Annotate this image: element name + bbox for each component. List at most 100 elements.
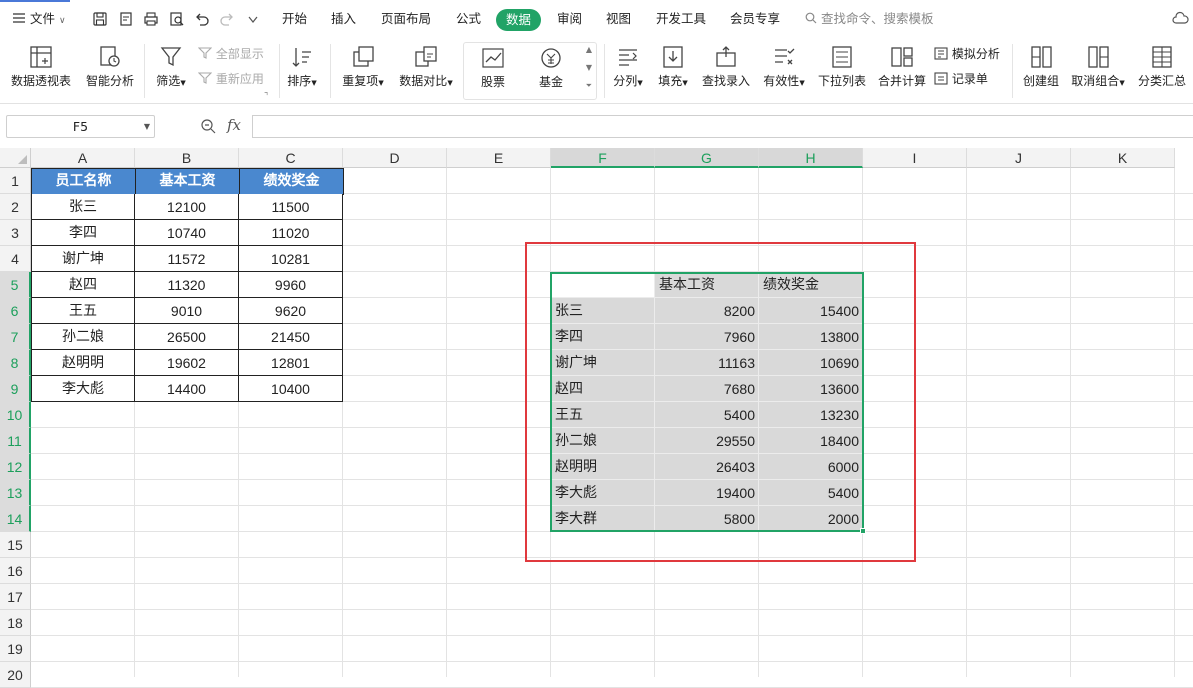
column-header-c[interactable]: C	[239, 148, 343, 168]
value-cell[interactable]: 11500	[239, 194, 343, 220]
column-header-g[interactable]: G	[655, 148, 759, 168]
value-cell[interactable]: 26500	[135, 324, 239, 350]
row-header-20[interactable]: 20	[0, 662, 31, 688]
formula-input[interactable]	[252, 115, 1193, 138]
dropdown-list-button[interactable]: 下拉列表	[814, 38, 870, 104]
value-cell[interactable]: 12801	[239, 350, 343, 376]
duplicates-button[interactable]: 重复项▼	[336, 38, 390, 104]
select-all-corner[interactable]	[0, 148, 31, 168]
gallery-scroll-down-icon[interactable]: ▼	[586, 63, 592, 72]
what-if-analysis-button[interactable]: 模拟分析	[934, 44, 1000, 64]
zoom-formula-icon[interactable]	[200, 118, 216, 137]
undo-icon[interactable]	[194, 11, 210, 27]
value-cell[interactable]: 21450	[239, 324, 343, 350]
show-all-button[interactable]: 全部显示	[197, 44, 264, 64]
smart-analysis-button[interactable]: 智能分析	[82, 38, 138, 104]
row-header-6[interactable]: 6	[0, 298, 31, 324]
row-header-1[interactable]: 1	[0, 168, 31, 194]
table-header-cell[interactable]: 基本工资	[135, 168, 240, 195]
row-header-4[interactable]: 4	[0, 246, 31, 272]
column-header-f[interactable]: F	[551, 148, 655, 168]
employee-name-cell[interactable]: 谢广坤	[31, 246, 135, 272]
column-header-j[interactable]: J	[967, 148, 1071, 168]
column-header-d[interactable]: D	[343, 148, 447, 168]
command-search[interactable]: 查找命令、搜索模板	[805, 0, 934, 38]
filter-button[interactable]: 筛选▼	[148, 38, 194, 104]
data-compare-button[interactable]: 数据对比▼	[394, 38, 458, 104]
tab-view[interactable]: 视图	[606, 0, 631, 38]
reapply-button[interactable]: 重新应用	[197, 69, 264, 89]
value-cell[interactable]: 9010	[135, 298, 239, 324]
fx-icon[interactable]: fx	[227, 116, 241, 134]
row-header-18[interactable]: 18	[0, 610, 31, 636]
employee-name-cell[interactable]: 孙二娘	[31, 324, 135, 350]
customize-toolbar-icon[interactable]	[245, 11, 261, 27]
row-header-10[interactable]: 10	[0, 402, 31, 428]
column-header-b[interactable]: B	[135, 148, 239, 168]
employee-name-cell[interactable]: 王五	[31, 298, 135, 324]
row-header-9[interactable]: 9	[0, 376, 31, 402]
table-header-cell[interactable]: 员工名称	[31, 168, 136, 195]
consolidate-button[interactable]: 合并计算	[874, 38, 930, 104]
validity-button[interactable]: 有效性▼	[758, 38, 810, 104]
employee-name-cell[interactable]: 赵明明	[31, 350, 135, 376]
value-cell[interactable]: 19602	[135, 350, 239, 376]
value-cell[interactable]: 10400	[239, 376, 343, 402]
row-header-14[interactable]: 14	[0, 506, 31, 532]
ungroup-button[interactable]: 取消组合▼	[1068, 38, 1128, 104]
row-header-19[interactable]: 19	[0, 636, 31, 662]
tab-developer[interactable]: 开发工具	[656, 0, 706, 38]
column-header-a[interactable]: A	[31, 148, 135, 168]
value-cell[interactable]: 9620	[239, 298, 343, 324]
row-header-15[interactable]: 15	[0, 532, 31, 558]
sort-button[interactable]: 排序▼	[282, 38, 322, 104]
row-header-3[interactable]: 3	[0, 220, 31, 246]
employee-name-cell[interactable]: 张三	[31, 194, 135, 220]
pivot-table-button[interactable]: 数据透视表	[4, 38, 78, 104]
file-menu[interactable]: 文件 ∨	[12, 0, 66, 38]
employee-name-cell[interactable]: 李大彪	[31, 376, 135, 402]
fund-button[interactable]: 基金	[524, 39, 578, 105]
create-group-button[interactable]: 创建组	[1016, 38, 1066, 104]
value-cell[interactable]: 11320	[135, 272, 239, 298]
tab-data[interactable]: 数据	[496, 9, 542, 31]
employee-name-cell[interactable]: 李四	[31, 220, 135, 246]
value-cell[interactable]: 12100	[135, 194, 239, 220]
tab-membership[interactable]: 会员专享	[730, 0, 780, 38]
row-header-7[interactable]: 7	[0, 324, 31, 350]
row-header-2[interactable]: 2	[0, 194, 31, 220]
tab-review[interactable]: 审阅	[557, 0, 582, 38]
record-sheet-button[interactable]: 记录单	[934, 69, 988, 89]
split-column-button[interactable]: 分列▼	[607, 38, 649, 104]
dialog-launcher-icon[interactable]: ⌝	[264, 92, 268, 102]
tab-home[interactable]: 开始	[282, 0, 307, 38]
table-header-cell[interactable]: 绩效奖金	[239, 168, 344, 195]
value-cell[interactable]: 11572	[135, 246, 239, 272]
tab-page-layout[interactable]: 页面布局	[381, 0, 431, 38]
tab-formulas[interactable]: 公式	[456, 0, 481, 38]
gallery-scroll-up-icon[interactable]: ▲	[586, 45, 592, 54]
value-cell[interactable]: 9960	[239, 272, 343, 298]
row-header-17[interactable]: 17	[0, 584, 31, 610]
row-header-12[interactable]: 12	[0, 454, 31, 480]
export-pdf-icon[interactable]	[118, 11, 134, 27]
row-header-16[interactable]: 16	[0, 558, 31, 584]
employee-name-cell[interactable]: 赵四	[31, 272, 135, 298]
column-header-e[interactable]: E	[447, 148, 551, 168]
column-header-h[interactable]: H	[759, 148, 863, 168]
gallery-expand-icon[interactable]: ⏷	[586, 81, 592, 91]
value-cell[interactable]: 11020	[239, 220, 343, 246]
value-cell[interactable]: 10281	[239, 246, 343, 272]
lookup-entry-button[interactable]: 查找录入	[698, 38, 754, 104]
cloud-sync-icon[interactable]	[1172, 11, 1189, 27]
print-preview-icon[interactable]	[169, 11, 185, 27]
column-header-i[interactable]: I	[863, 148, 967, 168]
name-box[interactable]: F5 ▼	[6, 115, 155, 138]
save-icon[interactable]	[92, 11, 108, 27]
column-header-k[interactable]: K	[1071, 148, 1175, 168]
tab-insert[interactable]: 插入	[331, 0, 356, 38]
redo-icon[interactable]	[219, 11, 235, 27]
spreadsheet-grid[interactable]: A B C D E F G H I J K 1 2 3 4 5 6 7 8 9 10 11 12 13 14 15 16 17 18 19…	[0, 148, 1193, 688]
fill-button[interactable]: 填充▼	[652, 38, 694, 104]
row-header-11[interactable]: 11	[0, 428, 31, 454]
